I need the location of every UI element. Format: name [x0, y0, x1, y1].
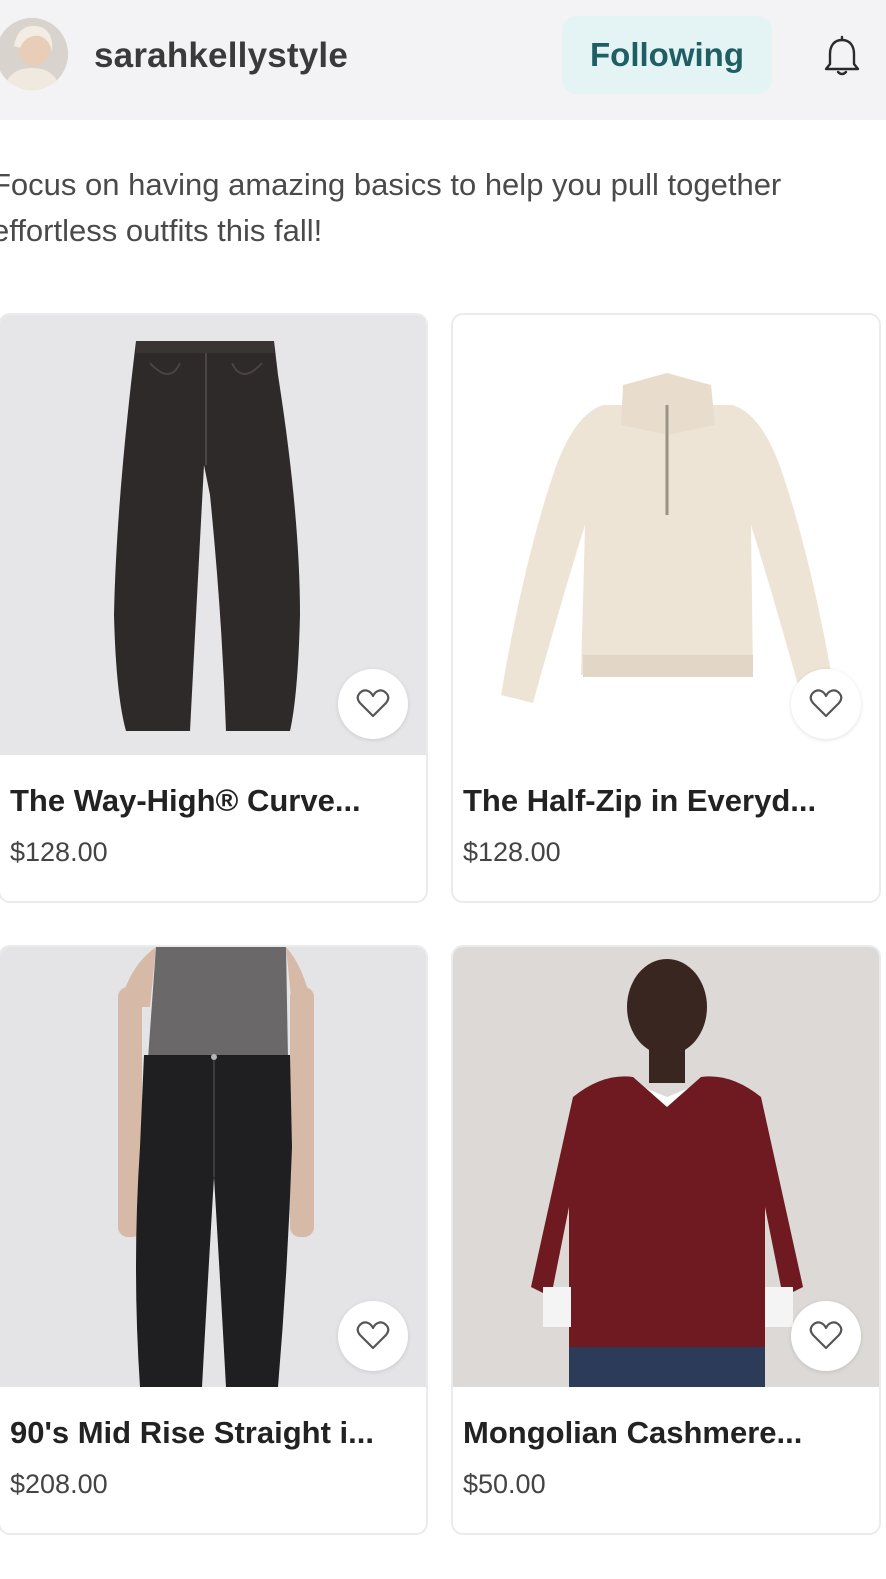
profile-username[interactable]: sarahkellystyle	[94, 36, 348, 76]
favorite-heart-button[interactable]	[791, 1301, 861, 1371]
product-price: $128.00	[10, 837, 108, 867]
product-image[interactable]	[453, 315, 879, 755]
bell-icon[interactable]	[820, 34, 864, 78]
product-card[interactable]: The Half-Zip in Everyd... $128.00	[451, 313, 881, 903]
profile-header: sarahkellystyle Following	[0, 0, 886, 120]
product-price: $50.00	[463, 1469, 546, 1499]
product-image[interactable]	[453, 947, 879, 1387]
profile-avatar[interactable]	[0, 18, 68, 90]
product-title[interactable]: The Way-High® Curve...	[10, 783, 361, 819]
product-card[interactable]: Mongolian Cashmere... $50.00	[451, 945, 881, 1535]
heart-icon	[356, 689, 390, 718]
product-card[interactable]: 90's Mid Rise Straight i... $208.00	[0, 945, 428, 1535]
product-image[interactable]	[0, 315, 426, 755]
favorite-heart-button[interactable]	[338, 669, 408, 739]
product-title[interactable]: The Half-Zip in Everyd...	[463, 783, 816, 819]
product-price: $208.00	[10, 1469, 108, 1499]
favorite-heart-button[interactable]	[338, 1301, 408, 1371]
heart-icon	[809, 1321, 843, 1350]
favorite-heart-button[interactable]	[791, 669, 861, 739]
heart-icon	[356, 1321, 390, 1350]
product-image[interactable]	[0, 947, 426, 1387]
following-button[interactable]: Following	[562, 16, 772, 94]
product-price: $128.00	[463, 837, 561, 867]
product-title[interactable]: 90's Mid Rise Straight i...	[10, 1415, 374, 1451]
heart-icon	[809, 689, 843, 718]
product-title[interactable]: Mongolian Cashmere...	[463, 1415, 802, 1451]
product-card[interactable]: The Way-High® Curve... $128.00	[0, 313, 428, 903]
post-caption: Focus on having amazing basics to help y…	[0, 167, 782, 248]
